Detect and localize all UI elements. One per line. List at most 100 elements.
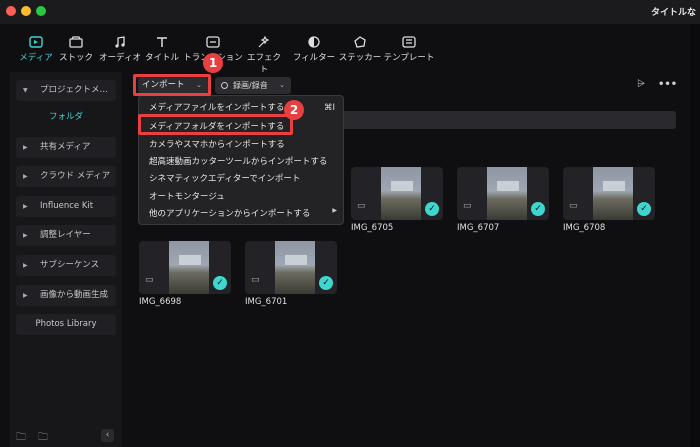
media-card[interactable]: ▭ ✓ bbox=[563, 167, 655, 220]
check-icon: ✓ bbox=[425, 202, 439, 216]
media-card-label: IMG_6701 bbox=[245, 297, 288, 307]
check-icon: ✓ bbox=[319, 276, 333, 290]
media-thumbnail bbox=[275, 241, 315, 294]
tab-title[interactable]: タイトル bbox=[144, 32, 180, 66]
menu-item-import-from-cutter[interactable]: 超高速動画カッターツールからインポートする bbox=[149, 155, 327, 169]
media-card[interactable]: ▭ ✓ bbox=[245, 241, 337, 294]
sidebar-item-label: クラウド メディア bbox=[40, 171, 111, 181]
audio-icon bbox=[115, 36, 125, 48]
caret-right-icon: ▶ bbox=[23, 262, 28, 269]
media-thumbnail bbox=[487, 167, 527, 220]
media-thumbnail bbox=[593, 167, 633, 220]
annotation-badge-2: 2 bbox=[284, 100, 304, 120]
annotation-highlight-import bbox=[133, 74, 211, 96]
tab-stock[interactable]: ストック bbox=[58, 32, 94, 66]
search-bar[interactable] bbox=[330, 111, 676, 129]
tab-title-label: タイトル bbox=[144, 53, 179, 63]
image-icon: ▭ bbox=[251, 275, 260, 285]
title-bar: タイトルな bbox=[0, 0, 700, 24]
record-icon bbox=[221, 82, 228, 89]
new-folder-icon[interactable]: 🗀 bbox=[16, 430, 26, 447]
tab-filter-label: フィルター bbox=[292, 53, 336, 63]
menu-item-import-cinematic-editor[interactable]: シネマティックエディターでインポート bbox=[149, 172, 300, 186]
caret-right-icon: ▶ bbox=[23, 232, 28, 239]
media-card-label: IMG_6698 bbox=[139, 297, 182, 307]
media-card[interactable]: ▭ ✓ bbox=[139, 241, 231, 294]
tab-stock-label: ストック bbox=[58, 53, 93, 63]
media-card[interactable]: ▭ ✓ bbox=[457, 167, 549, 220]
tab-audio-label: オーディオ bbox=[99, 53, 141, 63]
caret-right-icon: ▶ bbox=[23, 173, 28, 180]
sidebar-item-label: Photos Library bbox=[35, 319, 97, 329]
image-icon: ▭ bbox=[357, 201, 366, 211]
tab-audio[interactable]: オーディオ bbox=[98, 32, 142, 66]
menu-item-import-from-other-apps[interactable]: 他のアプリケーションからインポートする bbox=[149, 207, 310, 221]
title-icon bbox=[157, 37, 167, 47]
caret-down-icon: ▼ bbox=[23, 87, 28, 94]
tab-media-label: メディア bbox=[19, 53, 53, 63]
sidebar-item-image-to-video[interactable]: ▶ 画像から動画生成 bbox=[16, 285, 116, 306]
sidebar-item-label: フォルダ bbox=[48, 112, 83, 122]
tab-sticker[interactable]: ステッカー bbox=[338, 32, 382, 66]
tab-media[interactable]: メディア bbox=[18, 32, 54, 66]
menu-item-auto-montage[interactable]: オートモンタージュ bbox=[149, 190, 225, 204]
submenu-arrow-icon: ▶ bbox=[332, 207, 337, 214]
top-toolbar: メディア ストック オーディオ タイトル トランジション エフェクト フィルター… bbox=[10, 24, 700, 75]
collapse-sidebar-button[interactable]: ‹ bbox=[101, 429, 114, 442]
check-icon: ✓ bbox=[637, 202, 651, 216]
minimize-window-button[interactable] bbox=[21, 6, 31, 16]
sidebar-item-influence-kit[interactable]: ▶ Influence Kit bbox=[16, 196, 116, 217]
record-button-label: 録画/録音 bbox=[233, 81, 268, 90]
check-icon: ✓ bbox=[531, 202, 545, 216]
sidebar-item-label: 調整レイヤー bbox=[40, 230, 91, 240]
sidebar-item-label: プロジェクトメ… bbox=[40, 85, 109, 95]
menu-item-import-media-files[interactable]: メディアファイルをインポートする bbox=[149, 101, 284, 115]
sidebar-item-adjustment-layer[interactable]: ▶ 調整レイヤー bbox=[16, 225, 116, 246]
sidebar-item-label: 画像から動画生成 bbox=[40, 290, 109, 300]
more-options-icon[interactable]: ••• bbox=[658, 79, 677, 90]
image-icon: ▭ bbox=[463, 201, 472, 211]
image-icon: ▭ bbox=[569, 201, 578, 211]
sidebar-item-label: 共有メディア bbox=[40, 142, 91, 152]
folder-outline-icon[interactable]: 🗀 bbox=[38, 430, 48, 447]
window-title: タイトルな bbox=[650, 8, 696, 18]
sticker-icon bbox=[354, 36, 366, 48]
menu-shortcut: ⌘I bbox=[323, 103, 335, 113]
template-icon bbox=[402, 36, 416, 48]
media-card[interactable]: ▭ ✓ bbox=[351, 167, 443, 220]
right-edge bbox=[690, 24, 700, 447]
caret-right-icon: ▶ bbox=[23, 203, 28, 210]
media-card-label: IMG_6705 bbox=[351, 223, 394, 233]
media-icon bbox=[29, 36, 43, 48]
stock-icon bbox=[69, 36, 83, 48]
effect-icon bbox=[258, 36, 270, 48]
record-button[interactable]: 録画/録音 ⌄ bbox=[215, 77, 291, 94]
tab-filter[interactable]: フィルター bbox=[292, 32, 336, 66]
sidebar-item-folder[interactable]: フォルダ bbox=[16, 107, 116, 127]
sidebar-item-label: サブシーケンス bbox=[40, 260, 100, 270]
image-icon: ▭ bbox=[145, 275, 154, 285]
tab-template-label: テンプレート bbox=[383, 53, 435, 63]
caret-right-icon: ▶ bbox=[23, 292, 28, 299]
sidebar-item-photos-library[interactable]: Photos Library bbox=[16, 314, 116, 335]
menu-item-import-from-camera[interactable]: カメラやスマホからインポートする bbox=[149, 138, 285, 152]
sidebar-item-cloud-media[interactable]: ▶ クラウド メディア bbox=[16, 166, 116, 187]
filter-icon bbox=[308, 36, 320, 48]
media-thumbnail bbox=[381, 167, 421, 220]
sidebar-item-label: Influence Kit bbox=[40, 201, 94, 211]
annotation-highlight-folder bbox=[138, 114, 293, 135]
transition-icon bbox=[206, 36, 220, 48]
media-card-label: IMG_6708 bbox=[563, 223, 606, 233]
sidebar-item-project-media[interactable]: ▼ プロジェクトメ… bbox=[16, 80, 116, 101]
caret-right-icon: ▶ bbox=[23, 144, 28, 151]
zoom-window-button[interactable] bbox=[36, 6, 46, 16]
close-window-button[interactable] bbox=[6, 6, 16, 16]
tab-template[interactable]: テンプレート bbox=[382, 32, 436, 66]
media-thumbnail bbox=[169, 241, 209, 294]
tab-effect[interactable]: エフェクト bbox=[244, 32, 284, 75]
sidebar-item-subsequence[interactable]: ▶ サブシーケンス bbox=[16, 255, 116, 276]
check-icon: ✓ bbox=[213, 276, 227, 290]
sidebar-item-shared-media[interactable]: ▶ 共有メディア bbox=[16, 137, 116, 158]
tab-sticker-label: ステッカー bbox=[338, 53, 382, 63]
filter-sort-icon[interactable]: ⩥ bbox=[637, 79, 645, 90]
